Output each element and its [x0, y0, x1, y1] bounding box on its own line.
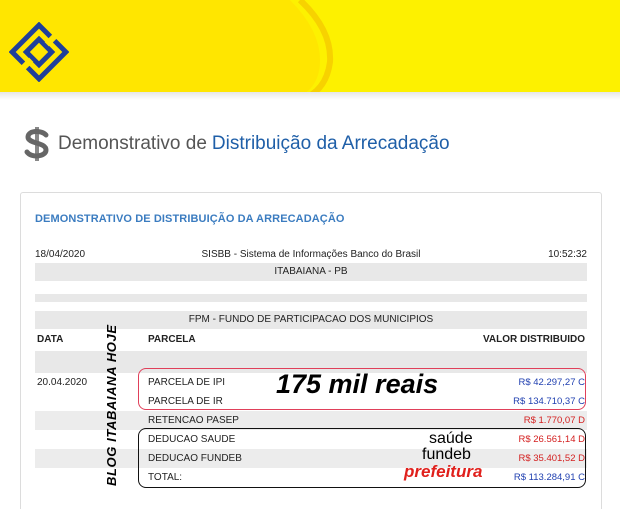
banco-do-brasil-logo-icon[interactable] — [9, 22, 69, 82]
page-title-prefix: Demonstrativo de — [58, 133, 207, 154]
header-shadow — [0, 92, 620, 100]
annotation-amount: 175 mil reais — [276, 369, 439, 399]
header-banner — [0, 0, 620, 100]
column-header-date: DATA — [37, 334, 64, 345]
blog-watermark: BLOG ITABAIANA HOJE — [104, 324, 119, 486]
panel-title: DEMONSTRATIVO DE DISTRIBUIÇÃO DA ARRECAD… — [35, 213, 345, 225]
highlight-box-deductions — [138, 428, 586, 488]
column-header-value: VALOR DISTRIBUIDO — [482, 334, 585, 345]
dollar-sign-icon — [24, 127, 49, 161]
section-divider — [35, 294, 587, 302]
report-meta: 18/04/2020 SISBB - Sistema de Informaçõe… — [35, 249, 587, 263]
report-system: SISBB - Sistema de Informações Banco do … — [201, 249, 421, 260]
column-header-parcel: PARCELA — [148, 334, 196, 345]
report-time: 10:52:32 — [548, 249, 587, 260]
header-curve — [0, 0, 334, 100]
page-title: Demonstrativo de Distribuição da Arrecad… — [22, 124, 450, 164]
row-date: 20.04.2020 — [37, 377, 88, 388]
annotation-city-hall: prefeitura — [404, 462, 483, 481]
page-title-main: Distribuição da Arrecadação — [211, 133, 450, 154]
city-name: ITABAIANA - PB — [35, 263, 587, 281]
